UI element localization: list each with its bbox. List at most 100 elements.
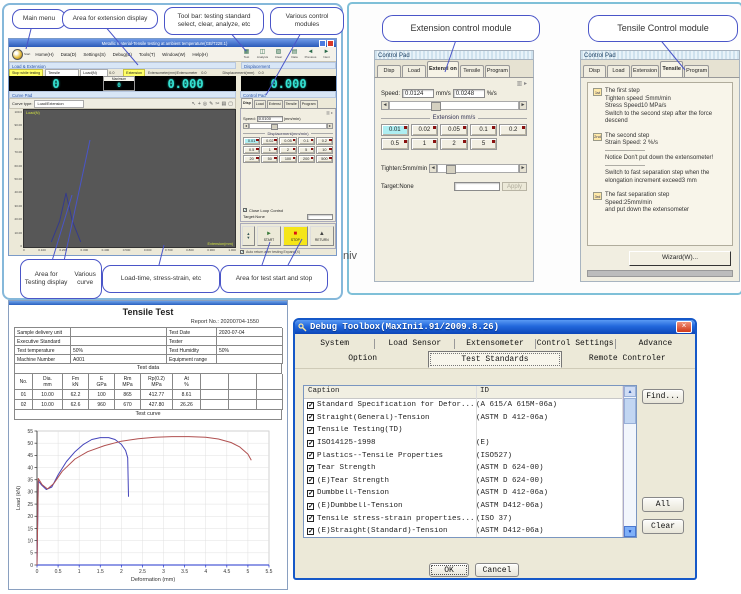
speed-preset-button[interactable]: 5 [298,146,315,154]
speed-preset-button[interactable]: 500 [316,155,333,163]
toolbar-button[interactable]: ► Next [320,49,333,59]
dialog-tab[interactable]: Extensometer [455,339,535,349]
chart-icon[interactable]: ▥ [517,81,523,87]
control-pad-tab[interactable]: Extensi [267,100,283,108]
tensile-tab[interactable]: Program [684,65,709,77]
id-column-header[interactable]: ID [480,387,489,395]
control-pad-tab[interactable]: Load [254,100,266,108]
tensile-tab[interactable]: Load [607,65,630,77]
extension-tab[interactable]: Program [485,65,510,77]
standard-list-item[interactable]: ISO14125-1998 (E) [304,437,636,450]
standard-list-item[interactable]: (E)Dumbbell-Tension (ASTM D412-06a) [304,500,636,513]
extension-preset-button[interactable]: 0.01 [381,124,409,136]
checkbox-checked-icon[interactable] [307,402,314,409]
auto-return-checkbox[interactable] [240,250,244,254]
extension-preset-button[interactable]: 0.2 [499,124,527,136]
jog-button[interactable]: ▲▼ [242,226,255,246]
dialog-titlebar[interactable]: Debug Toolbox(MaxIni1.91/2009.8.26) × [295,320,695,334]
slider-left-arrow-icon[interactable]: ◄ [381,101,389,110]
cancel-button[interactable]: Cancel [475,563,519,577]
slider-thumb[interactable] [271,124,278,130]
scissors-icon[interactable]: ✂ [215,101,219,107]
checkbox-checked-icon[interactable] [307,503,314,510]
control-pad-tab[interactable]: Disp [241,98,253,108]
control-pad-tab[interactable]: Program [300,100,318,108]
list-scrollbar[interactable]: ▲ ▼ [623,386,636,537]
pointer-icon[interactable]: ↖ [192,101,196,107]
speed-preset-button[interactable]: 0.05 [279,137,296,145]
scroll-down-icon[interactable]: ▼ [624,526,636,537]
standard-list-item[interactable]: (E)Tear Strength (ASTM D 624-00) [304,475,636,488]
extension-tab[interactable]: Tensile [460,65,484,77]
slider-right-arrow-icon[interactable]: ► [519,101,527,110]
speed-preset-button[interactable]: 0.02 [261,137,278,145]
speed-preset-button[interactable]: 200 [298,155,315,163]
magnifier-icon[interactable]: ◎ [203,101,207,107]
window-icon[interactable]: ▢ [228,101,233,107]
extension-tab[interactable]: Disp [377,65,401,77]
speed-mm-input[interactable]: 0.0124 [402,89,434,98]
close-icon[interactable]: × [676,321,692,333]
standard-list-item[interactable]: (E)Straight(Standard)-Tension (ASTM D412… [304,525,636,538]
toolbar-button[interactable]: ▨ Clear [272,49,285,59]
speed-preset-button[interactable]: 0.1 [298,137,315,145]
checkbox-checked-icon[interactable] [307,515,314,522]
close-loop-checkbox[interactable] [243,208,247,212]
standard-list-item[interactable]: Tensile stress-strain properties... (ISO… [304,512,636,525]
speed-preset-button[interactable]: 50 [261,155,278,163]
checkbox-checked-icon[interactable] [307,477,314,484]
extension-preset-button[interactable]: 1 [411,138,439,150]
dialog-tab[interactable]: Control Settings [536,339,616,349]
checkbox-checked-icon[interactable] [307,465,314,472]
return-button[interactable]: ▲ RETURN [310,226,334,246]
scroll-up-icon[interactable]: ▲ [624,386,636,397]
dialog-tab[interactable]: Remote Controler [562,351,693,368]
tensile-tab[interactable]: Extension [631,65,659,77]
standard-list-item[interactable]: Tensile Testing(TD) [304,424,636,437]
close-button[interactable] [327,40,334,47]
toolbar-button[interactable]: ◫ Analysis [256,49,269,59]
checkbox-checked-icon[interactable] [307,452,314,459]
checkbox-checked-icon[interactable] [307,427,314,434]
slider-right-arrow-icon[interactable]: ► [519,164,527,173]
slider-thumb[interactable] [446,165,456,174]
extension-preset-button[interactable]: 5 [470,138,498,150]
standard-list-item[interactable]: Standard Specification for Defor... (A 6… [304,399,636,412]
dialog-tab[interactable]: Test Standards [428,351,561,368]
extension-preset-button[interactable]: 2 [440,138,468,150]
toolbar-button[interactable]: ▦ Test [240,49,253,59]
tensile-tab[interactable]: Disp [583,65,606,77]
checkbox-checked-icon[interactable] [307,490,314,497]
target-input[interactable] [454,182,500,191]
toolbar-button[interactable]: ◄ Previous [304,49,317,59]
extension-preset-button[interactable]: 0.1 [470,124,498,136]
dialog-tab[interactable]: Option [297,351,428,368]
standard-list-item[interactable]: Tear Strength (ASTM D 624-00) [304,462,636,475]
find-button[interactable]: Find... [642,389,684,404]
speed-preset-button[interactable]: 20 [243,155,260,163]
checkbox-checked-icon[interactable] [307,414,314,421]
extension-preset-button[interactable]: 0.05 [440,124,468,136]
start-button[interactable]: ► START [257,226,281,246]
menu-item[interactable]: Debug(B) [113,52,132,57]
play-icon[interactable]: ▸ [524,81,527,87]
extension-preset-button[interactable]: 0.02 [411,124,439,136]
menu-item[interactable]: Window(W) [162,52,185,57]
minimize-button[interactable] [319,40,326,47]
speed-input[interactable]: 0.0100 [257,116,283,122]
menu-item[interactable]: Data(D) [61,52,77,57]
slider-thumb[interactable] [431,102,441,111]
standard-list-item[interactable]: Dumbbell-Tension (ASTM D 412-06a) [304,487,636,500]
clear-button[interactable]: Clear [642,519,684,534]
all-button[interactable]: All [642,497,684,512]
speed-preset-button[interactable]: 10 [316,146,333,154]
extension-tab[interactable]: Extensi on [427,61,459,77]
menu-item[interactable]: Help(H) [192,52,208,57]
ok-button[interactable]: OK [429,563,469,577]
caption-column-header[interactable]: Caption [308,387,340,395]
speed-pct-input[interactable]: 0.0248 [453,89,485,98]
extension-speed-slider[interactable]: ◄ ► [381,101,527,110]
menu-item[interactable]: Settings(S) [83,52,105,57]
speed-preset-button[interactable]: 0.01 [243,137,260,145]
checkbox-checked-icon[interactable] [307,528,314,535]
